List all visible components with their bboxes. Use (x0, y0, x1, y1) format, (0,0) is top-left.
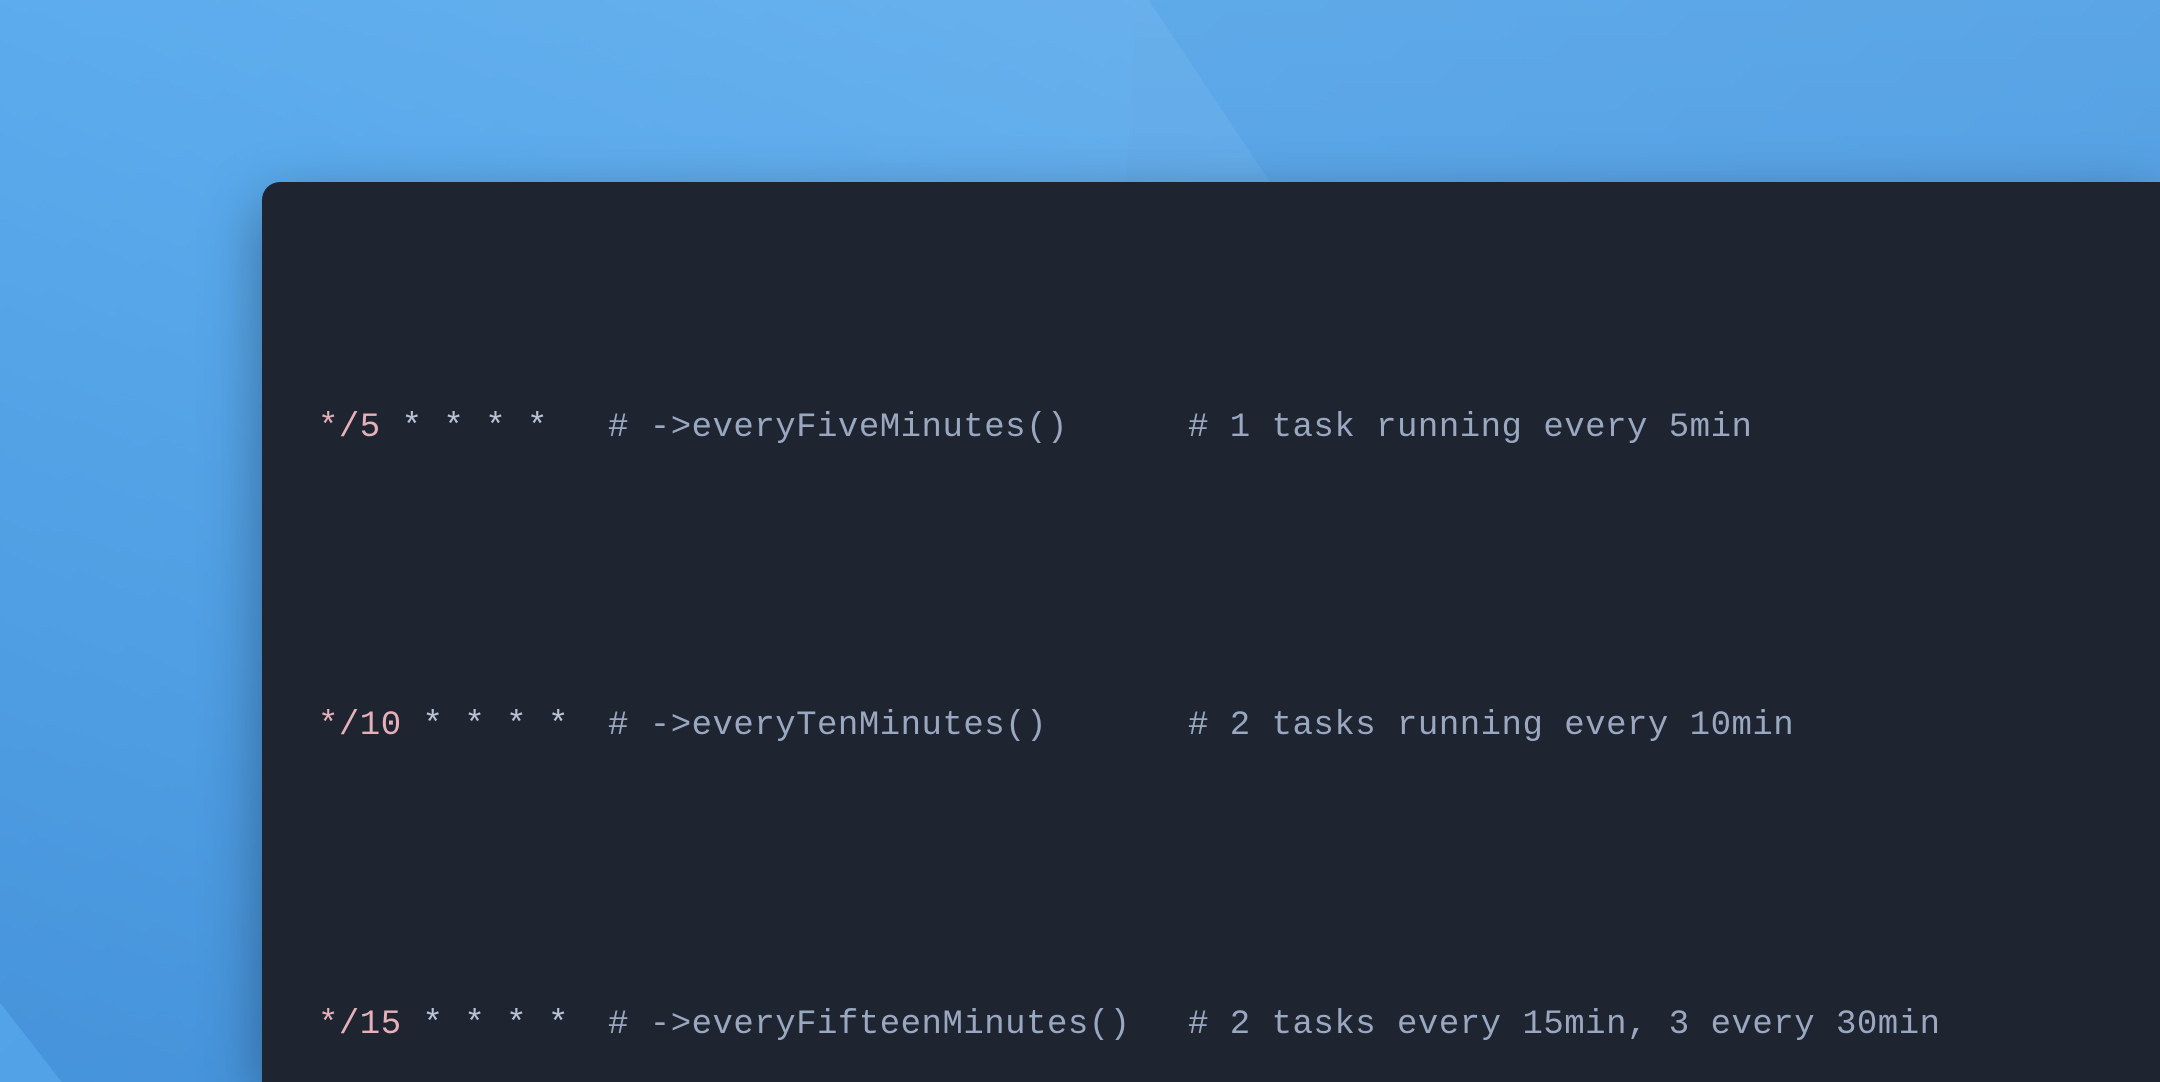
cron-rest-fields: * * * * (402, 707, 569, 745)
terminal-window: */5 * * * * # ->everyFiveMinutes() # 1 t… (262, 182, 2160, 1082)
code-line: */15 * * * * # ->everyFifteenMinutes() #… (318, 1002, 2104, 1050)
cron-minute-field: */15 (318, 1006, 402, 1044)
cron-expression: */15 * * * * (318, 1002, 608, 1050)
method-comment: # ->everyFiveMinutes() (608, 405, 1188, 453)
cron-rest-fields: * * * * (381, 409, 548, 447)
cron-minute-field: */5 (318, 409, 381, 447)
cron-rest-fields: * * * * (402, 1006, 569, 1044)
method-comment: # ->everyTenMinutes() (608, 703, 1188, 751)
code-line: */10 * * * * # ->everyTenMinutes() # 2 t… (318, 703, 2104, 751)
code-block[interactable]: */5 * * * * # ->everyFiveMinutes() # 1 t… (318, 262, 2104, 1082)
description-comment: # 2 tasks every 15min, 3 every 30min (1188, 1002, 1941, 1050)
cron-expression: */5 * * * * (318, 405, 608, 453)
method-comment: # ->everyFifteenMinutes() (608, 1002, 1188, 1050)
code-line: */5 * * * * # ->everyFiveMinutes() # 1 t… (318, 405, 2104, 453)
description-comment: # 2 tasks running every 10min (1188, 703, 1794, 751)
cron-minute-field: */10 (318, 707, 402, 745)
cron-expression: */10 * * * * (318, 703, 608, 751)
description-comment: # 1 task running every 5min (1188, 405, 1752, 453)
